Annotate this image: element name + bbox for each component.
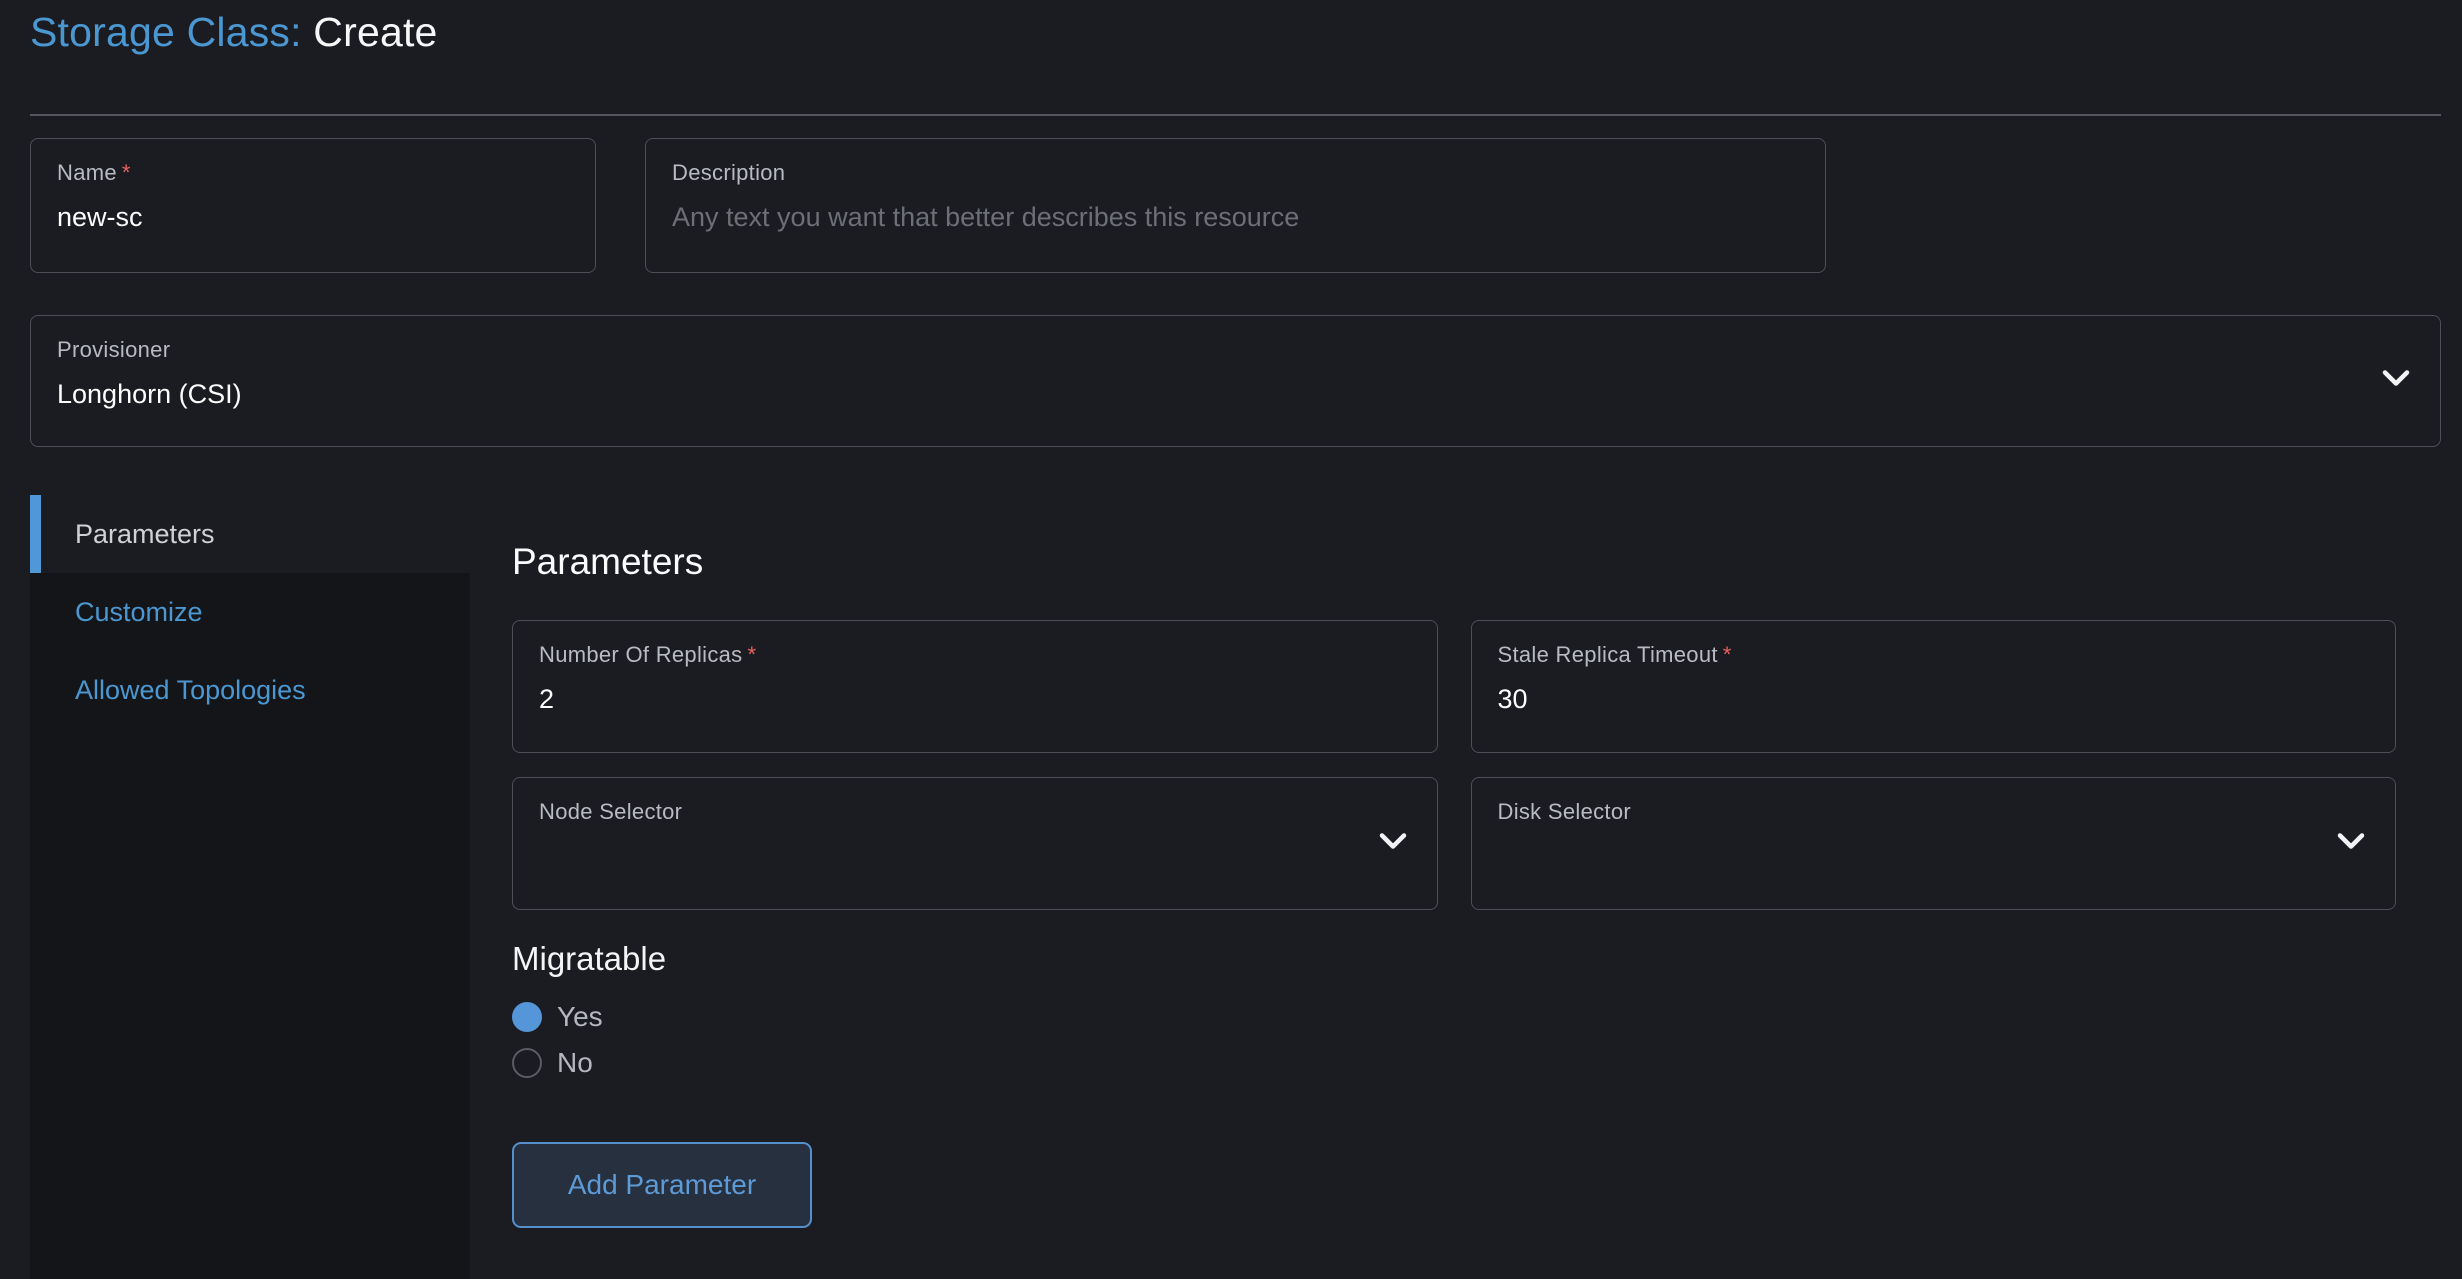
tabbed-section: Parameters Customize Allowed Topologies … — [30, 495, 2441, 1279]
chevron-down-icon — [2382, 370, 2410, 393]
required-asterisk: * — [1723, 642, 1732, 667]
radio-unselected-icon[interactable] — [512, 1048, 542, 1078]
provisioner-label: Provisioner — [57, 337, 170, 362]
sidebar-item-label: Customize — [75, 597, 203, 628]
radio-no-label: No — [557, 1046, 593, 1080]
sidebar-item-label: Parameters — [75, 519, 215, 550]
radio-selected-icon[interactable] — [512, 1002, 542, 1032]
name-field-label: Name — [57, 160, 117, 185]
description-field-label: Description — [672, 160, 785, 185]
description-input[interactable] — [672, 200, 1799, 234]
stale-replica-timeout-input[interactable] — [1498, 682, 2370, 716]
sidebar-item-allowed-topologies[interactable]: Allowed Topologies — [30, 651, 470, 729]
radio-yes-label: Yes — [557, 1000, 603, 1034]
parameters-tab-panel: Parameters Number Of Replicas* Stale Rep… — [470, 495, 2441, 1279]
description-field: Description — [645, 138, 1826, 273]
name-description-row: Name* Description — [30, 138, 2441, 273]
node-selector-label: Node Selector — [539, 799, 682, 824]
provisioner-row: Provisioner Longhorn (CSI) — [30, 315, 2441, 447]
radio-no[interactable]: No — [512, 1046, 2396, 1080]
sidebar-item-label: Allowed Topologies — [75, 675, 306, 706]
provisioner-select[interactable]: Provisioner Longhorn (CSI) — [30, 315, 2441, 447]
sidebar-item-parameters[interactable]: Parameters — [30, 495, 470, 573]
name-field: Name* — [30, 138, 596, 273]
resource-type-label: Storage Class: — [30, 9, 302, 55]
required-asterisk: * — [747, 642, 756, 667]
disk-selector-label: Disk Selector — [1498, 799, 1632, 824]
tab-sidebar: Parameters Customize Allowed Topologies — [30, 495, 470, 1279]
parameters-grid: Number Of Replicas* Stale Replica Timeou… — [512, 620, 2396, 910]
chevron-down-icon — [1379, 832, 1407, 855]
number-of-replicas-field: Number Of Replicas* — [512, 620, 1438, 753]
provisioner-value: Longhorn (CSI) — [57, 377, 2414, 411]
page-header: Storage Class: Create — [30, 0, 2441, 56]
storage-class-create-page: Storage Class: Create Name* Description … — [0, 0, 2462, 1279]
stale-replica-timeout-field: Stale Replica Timeout* — [1471, 620, 2397, 753]
stale-replica-timeout-label: Stale Replica Timeout — [1498, 642, 1718, 667]
disk-selector-select[interactable]: Disk Selector — [1471, 777, 2397, 910]
migratable-heading: Migratable — [512, 940, 2396, 978]
action-label: Create — [313, 9, 437, 55]
add-parameter-button[interactable]: Add Parameter — [512, 1142, 812, 1228]
number-of-replicas-label: Number Of Replicas — [539, 642, 742, 667]
sidebar-item-customize[interactable]: Customize — [30, 573, 470, 651]
migratable-radio-group: Yes No — [512, 1000, 2396, 1080]
required-asterisk: * — [122, 160, 131, 185]
section-heading-parameters: Parameters — [512, 541, 2396, 583]
chevron-down-icon — [2337, 832, 2365, 855]
header-divider — [30, 114, 2441, 116]
radio-yes[interactable]: Yes — [512, 1000, 2396, 1034]
node-selector-select[interactable]: Node Selector — [512, 777, 1438, 910]
page-title: Storage Class: Create — [30, 8, 2441, 56]
name-input[interactable] — [57, 200, 569, 234]
number-of-replicas-input[interactable] — [539, 682, 1411, 716]
